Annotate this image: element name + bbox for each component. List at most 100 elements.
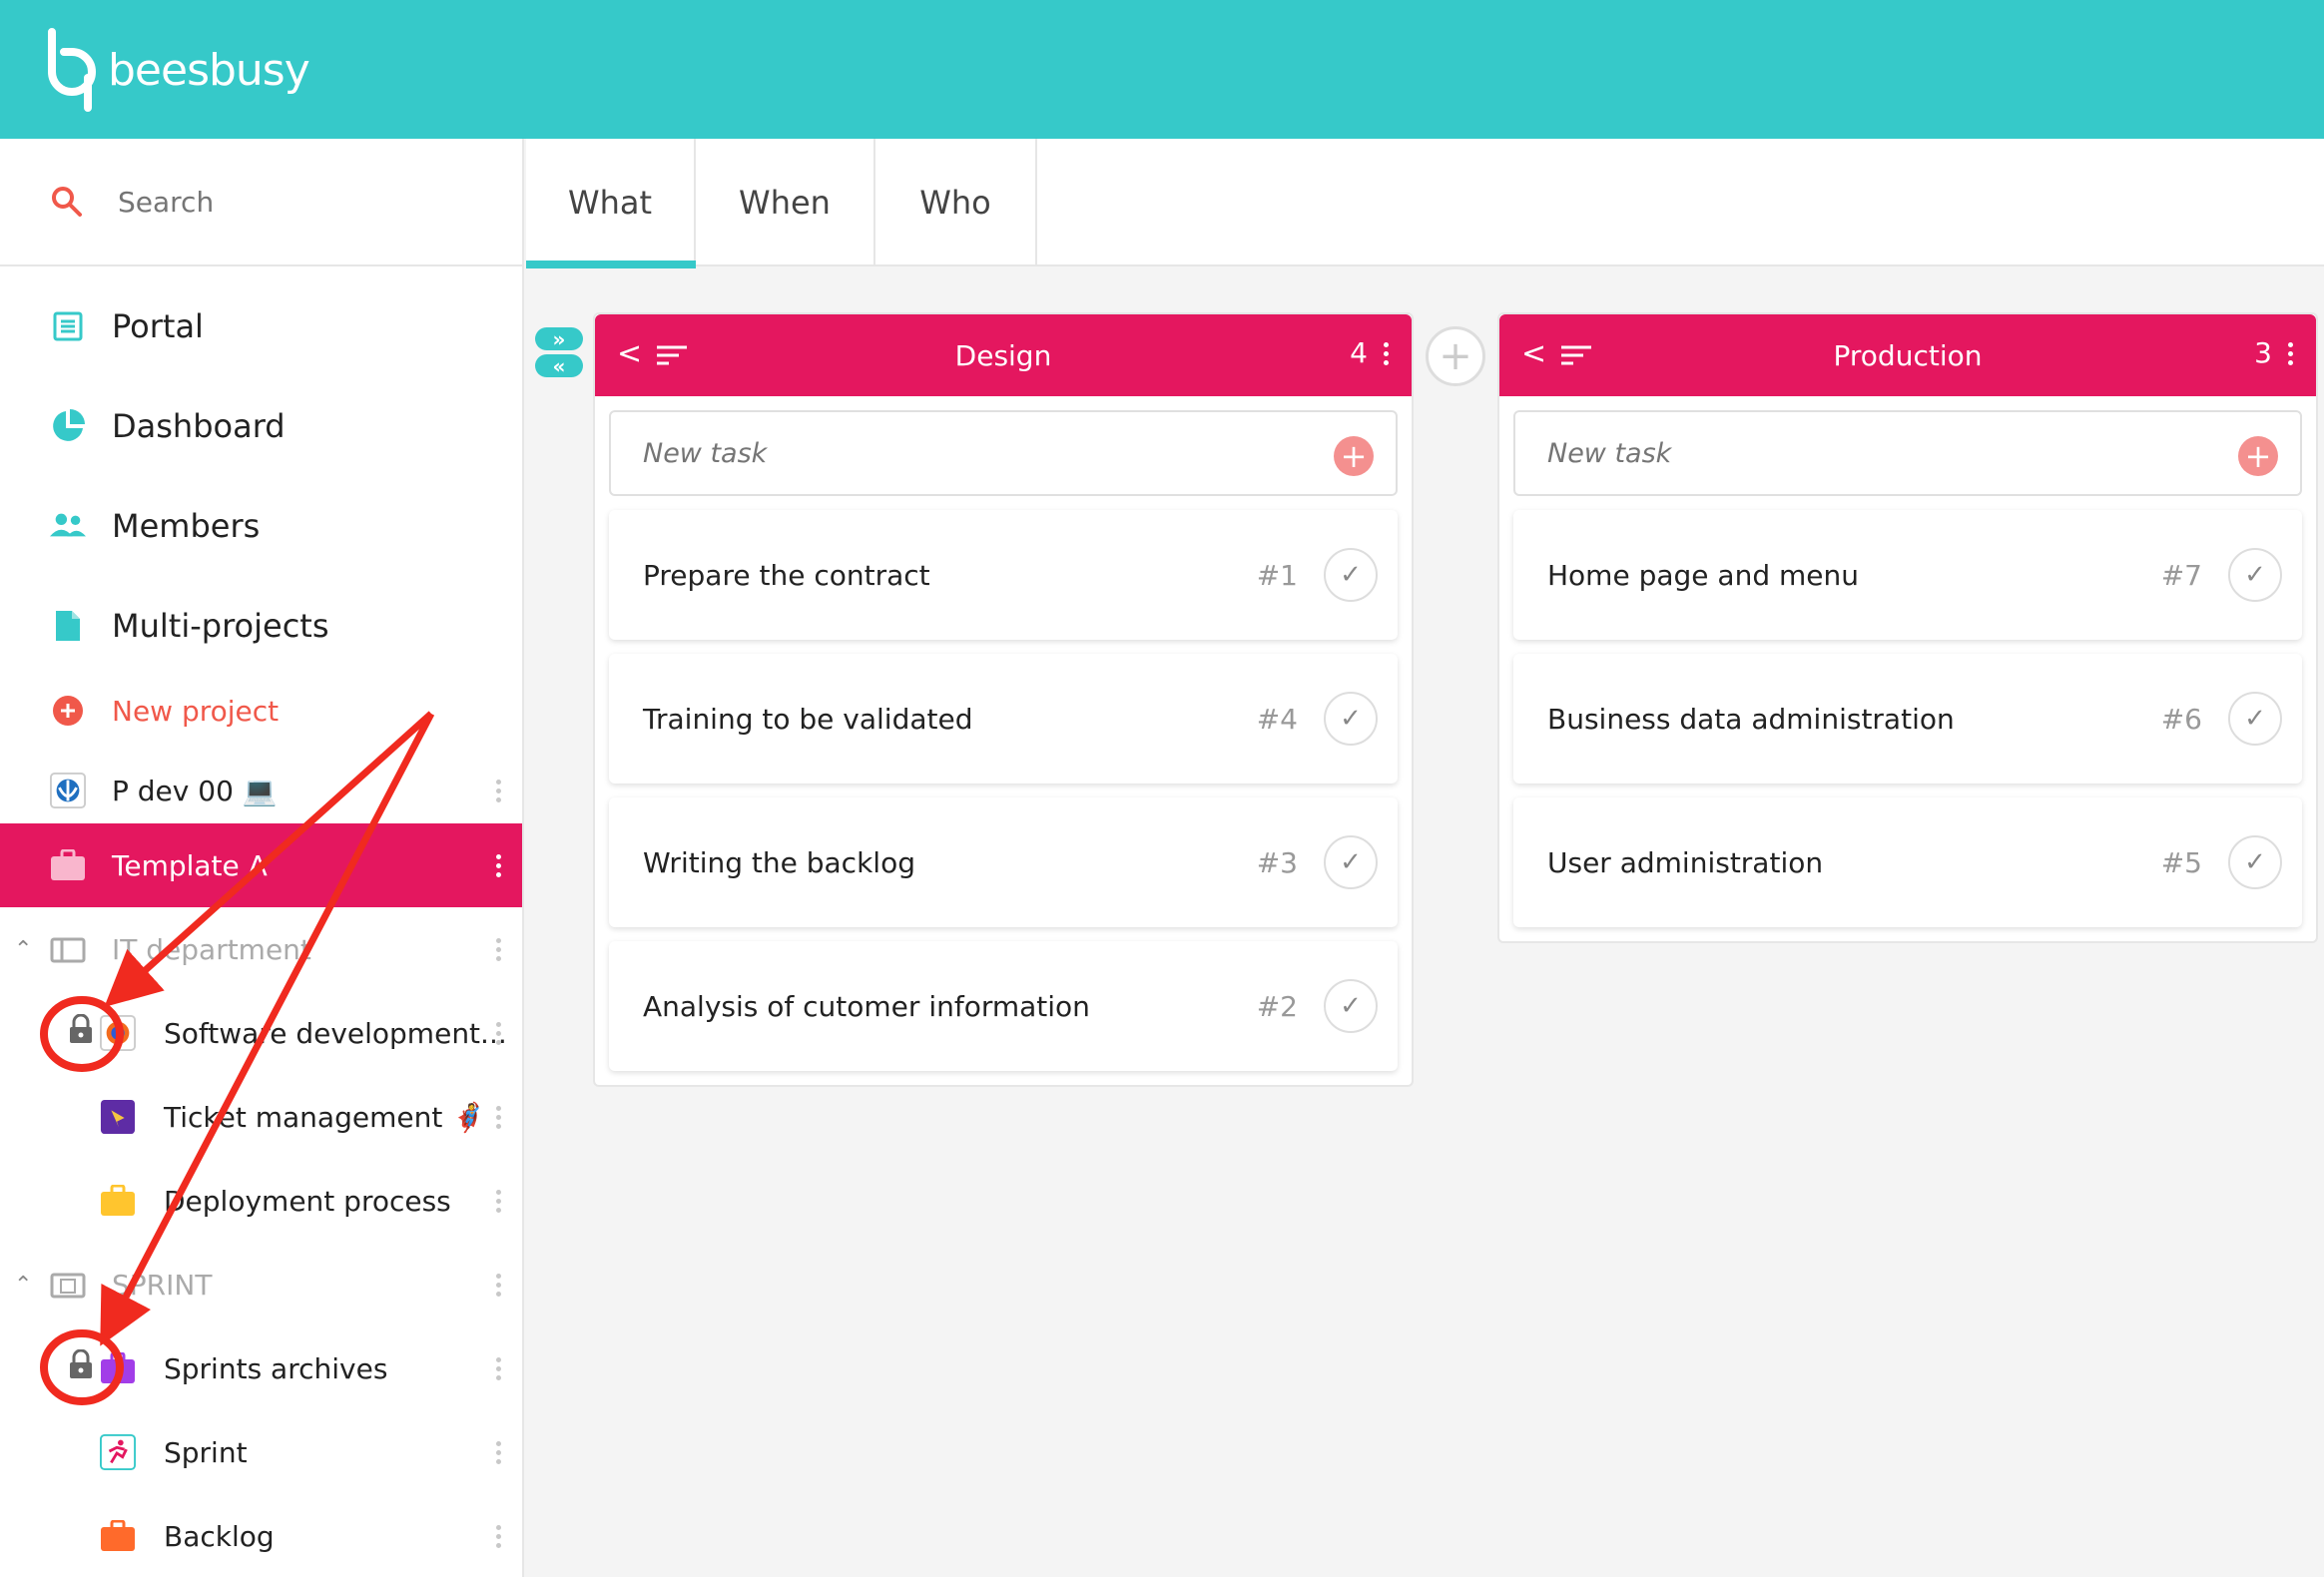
search-input[interactable] — [118, 185, 477, 219]
chevron-left-icon[interactable]: < — [1521, 336, 1546, 371]
folder-icon — [50, 931, 86, 967]
more-options-icon[interactable] — [496, 853, 502, 877]
column-header: < Production 3 — [1499, 314, 2316, 396]
sidebar: Portal Dashboard Members Multi-projects … — [0, 139, 524, 1577]
sidebar-item-label: Multi-projects — [112, 607, 329, 645]
task-count: 3 — [2254, 336, 2272, 369]
task-number: #7 — [2160, 558, 2202, 592]
rebel-icon — [50, 773, 86, 808]
sidebar-item-portal[interactable]: Portal — [0, 283, 522, 369]
sidebar-item-label: Portal — [112, 307, 204, 345]
sort-icon[interactable] — [1561, 344, 1591, 366]
sidebar-item-label: P dev 00 💻 — [112, 774, 278, 807]
column-design: < Design 4 + Prepare the contract #1 ✓ T… — [593, 312, 1414, 1087]
task-number: #5 — [2160, 845, 2202, 879]
sidebar-item-label: Sprints archives — [164, 1351, 388, 1385]
sidebar-item-label: Template A — [112, 848, 268, 882]
tab-what[interactable]: What — [526, 139, 696, 268]
tab-who[interactable]: Who — [875, 139, 1037, 266]
more-options-icon[interactable] — [496, 1440, 502, 1464]
more-options-icon[interactable] — [496, 1524, 502, 1548]
sidebar-project-backlog[interactable]: Backlog — [0, 1494, 522, 1577]
tab-when[interactable]: When — [696, 139, 875, 266]
sidebar-project-p-dev-00[interactable]: P dev 00 💻 — [0, 750, 522, 831]
new-task-field: + — [1513, 410, 2302, 496]
chevron-up-icon[interactable]: ⌃ — [14, 937, 32, 962]
sidebar-item-members[interactable]: Members — [0, 483, 522, 569]
task-card[interactable]: User administration #5 ✓ — [1513, 797, 2302, 927]
briefcase-icon — [100, 1183, 136, 1219]
column-header: < Design 4 — [595, 314, 1412, 396]
new-task-input[interactable] — [643, 437, 1242, 469]
collapse-columns-button[interactable]: » « — [535, 327, 583, 377]
new-project-label: New project — [112, 694, 280, 728]
task-number: #6 — [2160, 702, 2202, 736]
sidebar-project-sprints-archives[interactable]: Sprints archives — [0, 1326, 522, 1410]
complete-check-icon[interactable]: ✓ — [1324, 979, 1378, 1033]
task-card[interactable]: Prepare the contract #1 ✓ — [609, 510, 1398, 640]
logo-text: beesbusy — [108, 44, 310, 96]
task-number: #4 — [1256, 702, 1298, 736]
people-icon — [50, 508, 86, 544]
add-task-button[interactable]: + — [1334, 436, 1374, 476]
more-options-icon[interactable] — [496, 937, 502, 961]
sidebar-item-label: Members — [112, 507, 261, 545]
sidebar-project-sprint[interactable]: Sprint — [0, 1410, 522, 1494]
document-icon — [50, 608, 86, 644]
add-task-button[interactable]: + — [2238, 436, 2278, 476]
logo[interactable]: beesbusy — [44, 28, 310, 112]
more-options-icon[interactable] — [1384, 342, 1390, 365]
task-card[interactable]: Writing the backlog #3 ✓ — [609, 797, 1398, 927]
group-label: IT department — [112, 932, 311, 966]
sidebar-group-sprint[interactable]: ⌃ SPRINT — [0, 1243, 522, 1326]
new-project-button[interactable]: New project — [0, 679, 522, 743]
sidebar-item-dashboard[interactable]: Dashboard — [0, 383, 522, 469]
sidebar-item-label: Deployment process — [164, 1184, 451, 1218]
task-card[interactable]: Business data administration #6 ✓ — [1513, 654, 2302, 784]
more-options-icon[interactable] — [2288, 342, 2294, 365]
more-options-icon[interactable] — [496, 779, 502, 802]
more-options-icon[interactable] — [496, 1356, 502, 1380]
new-task-field: + — [609, 410, 1398, 496]
complete-check-icon[interactable]: ✓ — [1324, 692, 1378, 746]
sidebar-project-software-development[interactable]: Software development... — [0, 991, 522, 1075]
sidebar-group-it-department[interactable]: ⌃ IT department — [0, 907, 522, 991]
new-task-input[interactable] — [1547, 437, 2146, 469]
task-title: User administration — [1547, 845, 1824, 879]
briefcase-icon — [100, 1518, 136, 1554]
add-column-button[interactable]: + — [1426, 326, 1485, 386]
sidebar-project-template-a[interactable]: Template A — [0, 823, 522, 907]
top-bar: beesbusy — [0, 0, 2324, 139]
complete-check-icon[interactable]: ✓ — [1324, 835, 1378, 889]
lock-icon — [68, 1013, 94, 1052]
complete-check-icon[interactable]: ✓ — [2228, 548, 2282, 602]
group-label: SPRINT — [112, 1268, 213, 1302]
ticket-icon — [100, 1099, 136, 1135]
complete-check-icon[interactable]: ✓ — [1324, 548, 1378, 602]
column-production: < Production 3 + Home page and menu #7 ✓… — [1497, 312, 2318, 943]
search-icon — [52, 187, 82, 217]
double-chevron-right-icon: » — [535, 327, 583, 350]
double-chevron-left-icon: « — [535, 354, 583, 377]
chevron-left-icon[interactable]: < — [617, 336, 642, 371]
complete-check-icon[interactable]: ✓ — [2228, 835, 2282, 889]
more-options-icon[interactable] — [496, 1105, 502, 1129]
task-card[interactable]: Home page and menu #7 ✓ — [1513, 510, 2302, 640]
sidebar-project-ticket-management[interactable]: Ticket management 🦸 — [0, 1075, 522, 1159]
lock-icon — [68, 1348, 94, 1387]
task-card[interactable]: Analysis of cutomer information #2 ✓ — [609, 941, 1398, 1071]
more-options-icon[interactable] — [496, 1021, 502, 1045]
sidebar-item-multi-projects[interactable]: Multi-projects — [0, 583, 522, 669]
sidebar-item-label: Dashboard — [112, 407, 286, 445]
sort-icon[interactable] — [657, 344, 687, 366]
complete-check-icon[interactable]: ✓ — [2228, 692, 2282, 746]
briefcase-icon — [100, 1350, 136, 1386]
firefox-icon — [100, 1015, 136, 1051]
search-bar — [0, 139, 522, 266]
task-card[interactable]: Training to be validated #4 ✓ — [609, 654, 1398, 784]
sidebar-project-deployment-process[interactable]: Deployment process — [0, 1159, 522, 1243]
task-title: Business data administration — [1547, 702, 1955, 736]
more-options-icon[interactable] — [496, 1189, 502, 1213]
more-options-icon[interactable] — [496, 1273, 502, 1297]
chevron-up-icon[interactable]: ⌃ — [14, 1273, 32, 1298]
